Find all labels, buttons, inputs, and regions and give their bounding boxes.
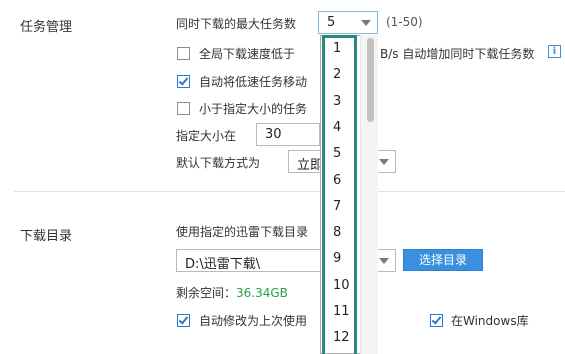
- size-value: 30: [265, 127, 282, 142]
- dropdown-option[interactable]: 9: [333, 251, 341, 266]
- check-icon: [431, 314, 442, 325]
- dropdown-option[interactable]: 3: [333, 94, 341, 109]
- dropdown-option[interactable]: 10: [333, 278, 350, 293]
- task-section-title: 任务管理: [20, 20, 73, 35]
- windows-lib-checkbox[interactable]: [430, 314, 443, 327]
- default-mode-label: 默认下载方式为: [176, 156, 261, 170]
- chevron-down-icon: [379, 258, 389, 264]
- dropdown-option[interactable]: 2: [333, 67, 341, 82]
- check-icon: [178, 75, 189, 86]
- choose-dir-button[interactable]: 选择目录: [403, 249, 483, 271]
- max-tasks-select[interactable]: 5: [318, 11, 378, 34]
- dropdown-scrollbar-thumb[interactable]: [367, 38, 374, 122]
- global-speed-suffix: B/s 自动增加同时下载任务数: [380, 47, 535, 61]
- auto-move-label: 自动将低速任务移动: [199, 75, 308, 89]
- use-dir-label: 使用指定的迅雷下载目录: [176, 225, 309, 239]
- chevron-down-icon: [379, 159, 389, 165]
- windows-lib-label: 在Windows库: [451, 314, 529, 328]
- global-speed-label: 全局下载速度低于: [199, 47, 296, 61]
- dropdown-option[interactable]: 7: [333, 199, 341, 214]
- auto-modify-checkbox[interactable]: [177, 314, 190, 327]
- dropdown-option[interactable]: 11: [333, 304, 350, 319]
- size-select[interactable]: 30: [256, 123, 320, 146]
- dir-value: D:\迅雷下载\: [185, 257, 261, 272]
- global-speed-checkbox[interactable]: [177, 47, 190, 60]
- small-task-label: 小于指定大小的任务: [199, 102, 308, 116]
- dropdown-option[interactable]: 4: [333, 120, 341, 135]
- dropdown-option[interactable]: 12: [333, 330, 350, 345]
- dropdown-option[interactable]: 8: [333, 225, 341, 240]
- max-tasks-range: (1-50): [386, 15, 423, 29]
- dropdown-option[interactable]: 5: [333, 146, 341, 161]
- auto-move-checkbox[interactable]: [177, 75, 190, 88]
- section-divider: [14, 191, 565, 192]
- free-space-value: 36.34GB: [236, 286, 288, 300]
- max-tasks-label: 同时下载的最大任务数: [176, 17, 297, 31]
- info-icon[interactable]: i: [548, 45, 561, 58]
- auto-modify-label: 自动修改为上次使用: [199, 314, 308, 328]
- dir-section-title: 下载目录: [20, 229, 73, 244]
- max-tasks-value: 5: [327, 15, 336, 30]
- check-icon: [178, 314, 189, 325]
- free-space-row: 剩余空间：36.34GB: [176, 284, 288, 301]
- chevron-down-icon: [361, 20, 371, 26]
- size-label: 指定大小在: [176, 129, 237, 143]
- free-space-label: 剩余空间：: [176, 286, 237, 300]
- dropdown-option[interactable]: 6: [333, 173, 341, 188]
- dropdown-option[interactable]: 1: [333, 41, 341, 56]
- small-task-checkbox[interactable]: [177, 102, 190, 115]
